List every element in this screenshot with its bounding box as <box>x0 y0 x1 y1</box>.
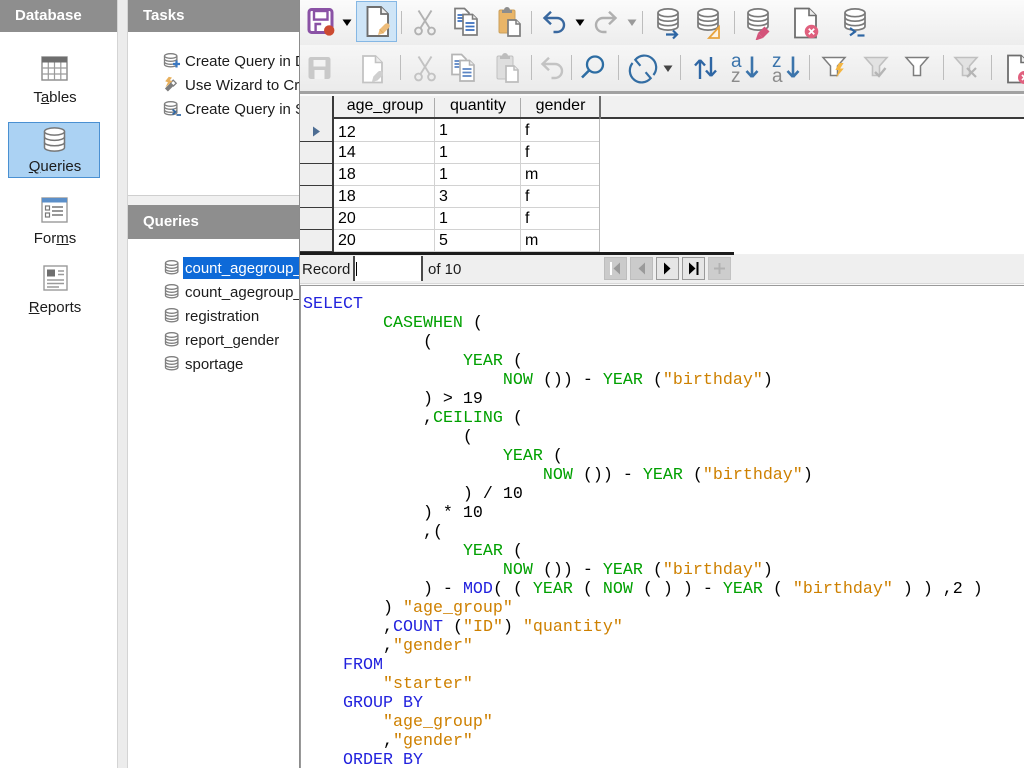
svg-text:z: z <box>731 66 741 83</box>
svg-text:a: a <box>772 66 783 83</box>
